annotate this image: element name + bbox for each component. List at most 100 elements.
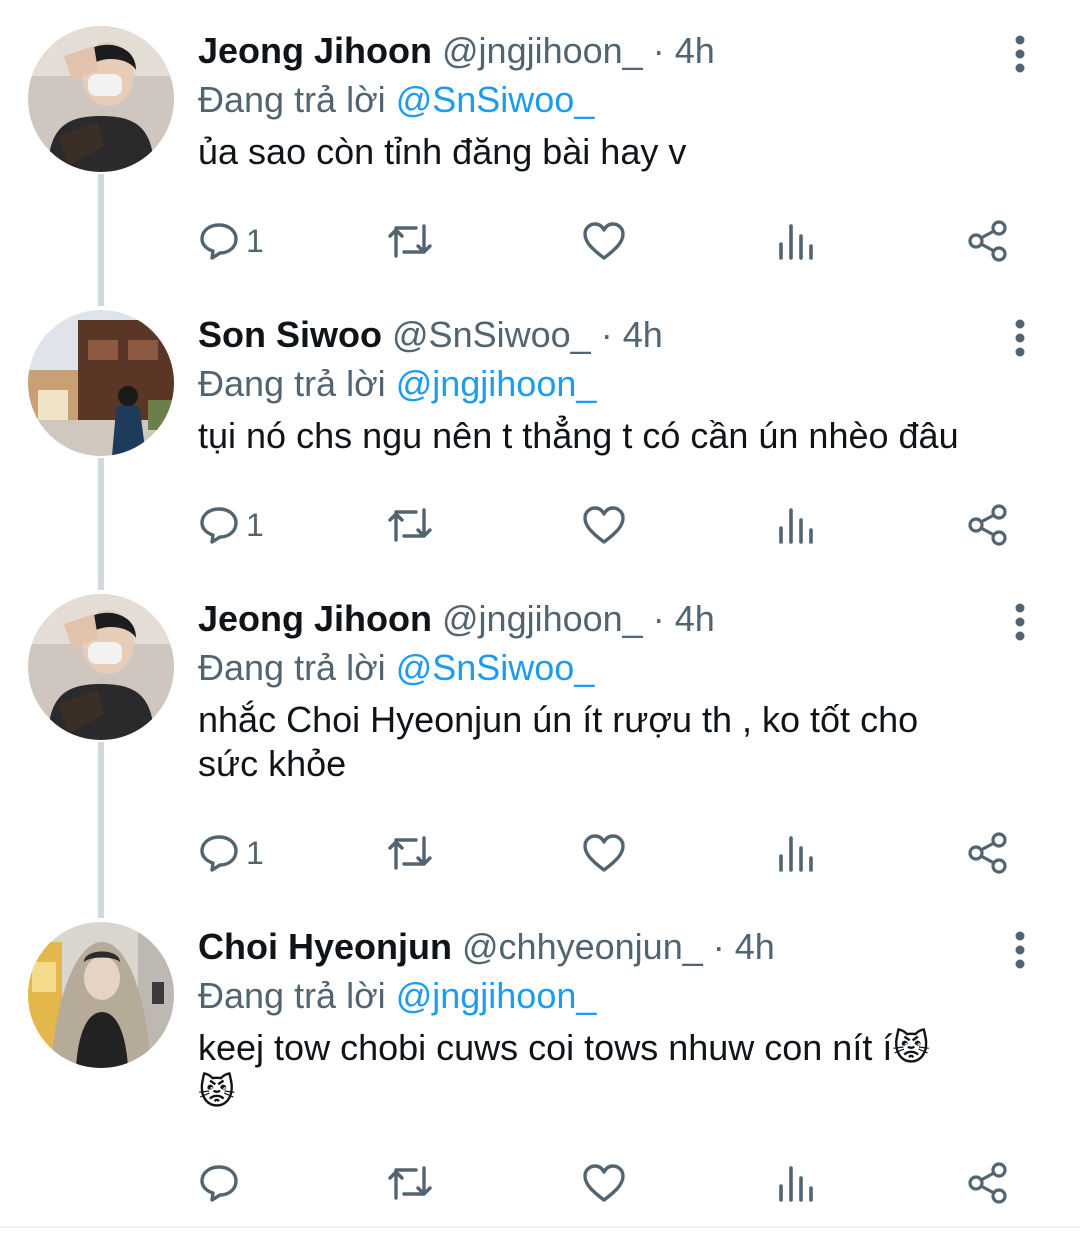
more-options-icon[interactable] xyxy=(1006,34,1034,74)
avatar[interactable] xyxy=(28,594,174,740)
profile-photo-masked-man-icon xyxy=(28,26,174,172)
mention-link[interactable]: @SnSiwoo_ xyxy=(396,647,595,688)
author-name[interactable]: Jeong Jihoon xyxy=(198,598,432,639)
reply-icon xyxy=(198,504,240,546)
reply-icon xyxy=(198,220,240,262)
separator-dot: · xyxy=(712,926,725,967)
views-button[interactable] xyxy=(776,828,816,878)
retweet-icon xyxy=(384,220,436,262)
share-button[interactable] xyxy=(966,500,1010,550)
tweet-header: Jeong Jihoon @jngjihoon_ · 4h xyxy=(198,594,1020,644)
timestamp[interactable]: 4h xyxy=(675,30,715,71)
profile-photo-street-icon xyxy=(28,310,174,456)
retweet-button[interactable] xyxy=(384,1158,436,1208)
action-bar: 1 xyxy=(198,500,1018,550)
more-options-icon[interactable] xyxy=(1006,602,1034,642)
avatar[interactable] xyxy=(28,922,174,1068)
share-icon xyxy=(966,1161,1010,1205)
action-bar: 1 xyxy=(198,828,1018,878)
replying-to-label: Đang trả lời xyxy=(198,79,386,120)
retweet-icon xyxy=(384,832,436,874)
more-options-icon[interactable] xyxy=(1006,930,1034,970)
retweet-button[interactable] xyxy=(384,216,436,266)
tweet-header: Jeong Jihoon @jngjihoon_ · 4h xyxy=(198,26,1020,76)
replying-to: Đang trả lời @jngjihoon_ xyxy=(198,972,1020,1020)
tweet-header: Choi Hyeonjun @chhyeonjun_ · 4h xyxy=(198,922,1020,972)
analytics-icon xyxy=(776,220,816,262)
profile-photo-hooded-icon xyxy=(28,922,174,1068)
share-icon xyxy=(966,831,1010,875)
tweet-header: Son Siwoo @SnSiwoo_ · 4h xyxy=(198,310,1020,360)
reply-thread: Jeong Jihoon @jngjihoon_ · 4h Đang trả l… xyxy=(0,0,1080,1235)
timestamp[interactable]: 4h xyxy=(623,314,663,355)
share-button[interactable] xyxy=(966,828,1010,878)
tweet-text-line: sức khỏe xyxy=(198,743,347,784)
heart-icon xyxy=(582,832,626,874)
reply-count: 1 xyxy=(246,834,264,871)
timestamp[interactable]: 4h xyxy=(675,598,715,639)
tweet[interactable]: Son Siwoo @SnSiwoo_ · 4h Đang trả lời @j… xyxy=(0,310,1080,570)
tweet[interactable]: Jeong Jihoon @jngjihoon_ · 4h Đang trả l… xyxy=(0,26,1080,286)
like-button[interactable] xyxy=(582,828,626,878)
tweet[interactable]: Choi Hyeonjun @chhyeonjun_ · 4h Đang trả… xyxy=(0,922,1080,1222)
separator-dot: · xyxy=(652,598,665,639)
retweet-icon xyxy=(384,1162,436,1204)
author-name[interactable]: Choi Hyeonjun xyxy=(198,926,452,967)
retweet-button[interactable] xyxy=(384,828,436,878)
mention-link[interactable]: @jngjihoon_ xyxy=(396,363,597,404)
analytics-icon xyxy=(776,832,816,874)
reply-button[interactable]: 1 xyxy=(198,216,264,266)
avatar[interactable] xyxy=(28,310,174,456)
author-handle[interactable]: @jngjihoon_ xyxy=(442,30,643,71)
pouting-cat-emoji: 😾 xyxy=(892,1027,930,1068)
retweet-button[interactable] xyxy=(384,500,436,550)
reply-count: 1 xyxy=(246,506,264,543)
replying-to: Đang trả lời @SnSiwoo_ xyxy=(198,644,1020,692)
reply-button[interactable]: 1 xyxy=(198,500,264,550)
heart-icon xyxy=(582,504,626,546)
reply-button[interactable]: 1 xyxy=(198,828,264,878)
separator-dot: · xyxy=(600,314,613,355)
views-button[interactable] xyxy=(776,1158,816,1208)
share-icon xyxy=(966,219,1010,263)
author-handle[interactable]: @SnSiwoo_ xyxy=(392,314,591,355)
replying-to-label: Đang trả lời xyxy=(198,975,386,1016)
author-handle[interactable]: @jngjihoon_ xyxy=(442,598,643,639)
views-button[interactable] xyxy=(776,500,816,550)
timestamp[interactable]: 4h xyxy=(735,926,775,967)
author-name[interactable]: Jeong Jihoon xyxy=(198,30,432,71)
mention-link[interactable]: @SnSiwoo_ xyxy=(396,79,595,120)
replying-to-label: Đang trả lời xyxy=(198,647,386,688)
author-handle[interactable]: @chhyeonjun_ xyxy=(462,926,703,967)
reply-icon xyxy=(198,1162,240,1204)
tweet-text-line: nhắc Choi Hyeonjun ún ít rượu th , ko tố… xyxy=(198,699,919,740)
tweet-text-line: keej tow chobi cuws coi tows nhuw con ní… xyxy=(198,1026,1020,1070)
divider xyxy=(0,1226,1080,1228)
tweet-text-line: 😾 xyxy=(198,1070,1020,1114)
more-options-icon[interactable] xyxy=(1006,318,1034,358)
separator-dot: · xyxy=(652,30,665,71)
reply-button[interactable] xyxy=(198,1158,246,1208)
tweet-text: nhắc Choi Hyeonjun ún ít rượu th , ko tố… xyxy=(198,698,1020,786)
replying-to-label: Đang trả lời xyxy=(198,363,386,404)
heart-icon xyxy=(582,1162,626,1204)
tweet-text: tụi nó chs ngu nên t thẳng t có cần ún n… xyxy=(198,415,959,456)
profile-photo-masked-man-icon xyxy=(28,594,174,740)
pouting-cat-emoji: 😾 xyxy=(198,1071,236,1112)
author-name[interactable]: Son Siwoo xyxy=(198,314,382,355)
mention-link[interactable]: @jngjihoon_ xyxy=(396,975,597,1016)
like-button[interactable] xyxy=(582,1158,626,1208)
tweet[interactable]: Jeong Jihoon @jngjihoon_ · 4h Đang trả l… xyxy=(0,594,1080,894)
tweet-text-segment: keej tow chobi cuws coi tows nhuw con ní… xyxy=(198,1027,893,1068)
like-button[interactable] xyxy=(582,216,626,266)
reply-icon xyxy=(198,832,240,874)
share-button[interactable] xyxy=(966,1158,1010,1208)
reply-count: 1 xyxy=(246,222,264,259)
share-icon xyxy=(966,503,1010,547)
like-button[interactable] xyxy=(582,500,626,550)
avatar[interactable] xyxy=(28,26,174,172)
views-button[interactable] xyxy=(776,216,816,266)
replying-to: Đang trả lời @jngjihoon_ xyxy=(198,360,1020,408)
share-button[interactable] xyxy=(966,216,1010,266)
heart-icon xyxy=(582,220,626,262)
